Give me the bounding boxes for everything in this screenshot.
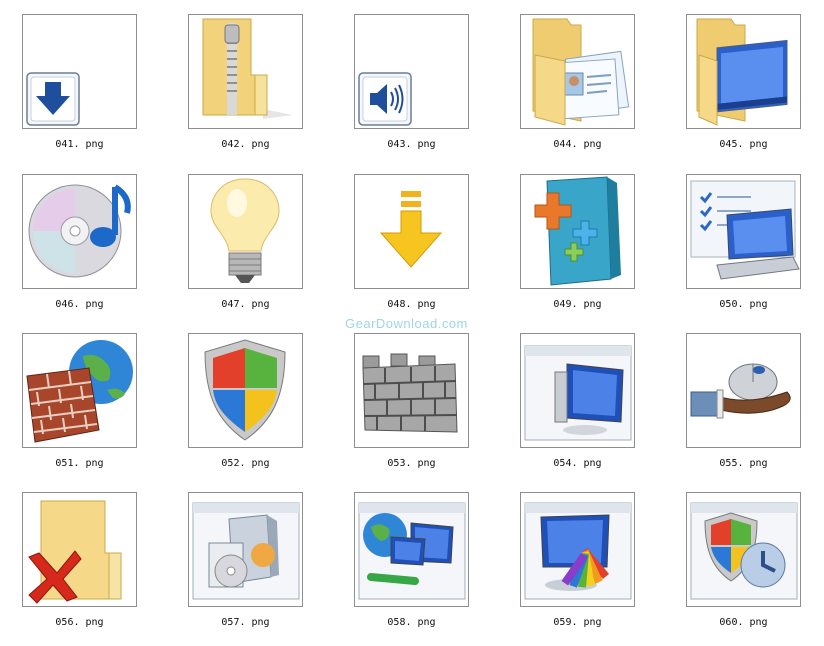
gallery-item[interactable]: 043. png	[354, 14, 494, 164]
file-name: 050. png	[719, 299, 768, 310]
file-name: 055. png	[719, 458, 768, 469]
file-name: 045. png	[719, 139, 768, 150]
contacts-folder-icon	[532, 18, 630, 126]
file-name: 047. png	[221, 299, 270, 310]
hand-mouse-icon	[690, 363, 791, 419]
monitor-window-icon	[524, 345, 632, 441]
thumbnail[interactable]	[686, 14, 801, 129]
gallery-item[interactable]: 055. png	[686, 333, 824, 483]
gallery-item[interactable]: 058. png	[354, 492, 494, 642]
thumbnail[interactable]	[354, 174, 469, 289]
file-name: 056. png	[55, 617, 104, 628]
gallery-item[interactable]: 048. png	[354, 174, 494, 324]
gallery-item[interactable]: 042. png	[188, 14, 328, 164]
file-name: 052. png	[221, 458, 270, 469]
thumbnail[interactable]	[354, 492, 469, 607]
thumbnail[interactable]	[686, 333, 801, 448]
thumbnail[interactable]	[686, 174, 801, 289]
thumbnail[interactable]	[188, 174, 303, 289]
thumbnail[interactable]	[188, 14, 303, 129]
file-name: 042. png	[221, 139, 270, 150]
add-ons-box-icon	[534, 176, 621, 286]
thumbnail[interactable]	[22, 492, 137, 607]
gallery-item[interactable]: 050. png	[686, 174, 824, 324]
install-arrow-icon	[379, 191, 443, 268]
thumbnail[interactable]	[520, 174, 635, 289]
thumbnail[interactable]	[22, 174, 137, 289]
gallery-item[interactable]: 054. png	[520, 333, 660, 483]
gallery-item[interactable]: 046. png	[22, 174, 162, 324]
file-name: 060. png	[719, 617, 768, 628]
gallery-item[interactable]: 056. png	[22, 492, 162, 642]
file-name: 043. png	[387, 139, 436, 150]
thumbnail[interactable]	[686, 492, 801, 607]
display-color-icon	[524, 502, 632, 600]
music-cd-icon	[28, 184, 131, 278]
thumbnail[interactable]	[22, 333, 137, 448]
file-name: 046. png	[55, 299, 104, 310]
light-bulb-icon	[210, 178, 280, 283]
file-name: 057. png	[221, 617, 270, 628]
thumbnail[interactable]	[354, 333, 469, 448]
watermark-text: GearDownload.com	[345, 316, 468, 331]
gallery-item[interactable]: 052. png	[188, 333, 328, 483]
gallery-item[interactable]: 059. png	[520, 492, 660, 642]
shield-clock-icon	[690, 502, 798, 600]
laptop-checklist-icon	[690, 180, 800, 280]
gallery-item[interactable]: 045. png	[686, 14, 824, 164]
gallery-item[interactable]: 051. png	[22, 333, 162, 483]
file-name: 044. png	[553, 139, 602, 150]
desktop-folder-icon	[696, 18, 788, 126]
thumbnail[interactable]	[188, 492, 303, 607]
speaker-volume-icon	[358, 72, 412, 126]
download-arrow-icon	[26, 72, 80, 126]
gallery-item[interactable]: 057. png	[188, 492, 328, 642]
file-name: 048. png	[387, 299, 436, 310]
file-name: 053. png	[387, 458, 436, 469]
file-name: 054. png	[553, 458, 602, 469]
gallery-item[interactable]: 049. png	[520, 174, 660, 324]
gallery-item[interactable]: 044. png	[520, 14, 660, 164]
stone-wall-icon	[362, 353, 458, 433]
firewall-globe-icon	[26, 340, 133, 443]
gallery-item[interactable]: 047. png	[188, 174, 328, 324]
thumbnail[interactable]	[520, 492, 635, 607]
gallery-item[interactable]: 053. png	[354, 333, 494, 483]
file-name: 059. png	[553, 617, 602, 628]
thumbnail[interactable]	[520, 333, 635, 448]
gallery-item[interactable]: 041. png	[22, 14, 162, 164]
programs-cd-icon	[192, 502, 300, 600]
network-globe-icon	[358, 502, 466, 600]
thumbnail[interactable]	[188, 333, 303, 448]
thumbnail[interactable]	[22, 14, 137, 129]
folder-delete-icon	[28, 500, 122, 604]
gallery-item[interactable]: 060. png	[686, 492, 824, 642]
zip-folder-icon	[202, 18, 293, 119]
file-name: 049. png	[553, 299, 602, 310]
file-name: 041. png	[55, 139, 104, 150]
thumbnail[interactable]	[520, 14, 635, 129]
file-name: 058. png	[387, 617, 436, 628]
file-name: 051. png	[55, 458, 104, 469]
security-shield-icon	[204, 339, 286, 441]
thumbnail[interactable]	[354, 14, 469, 129]
